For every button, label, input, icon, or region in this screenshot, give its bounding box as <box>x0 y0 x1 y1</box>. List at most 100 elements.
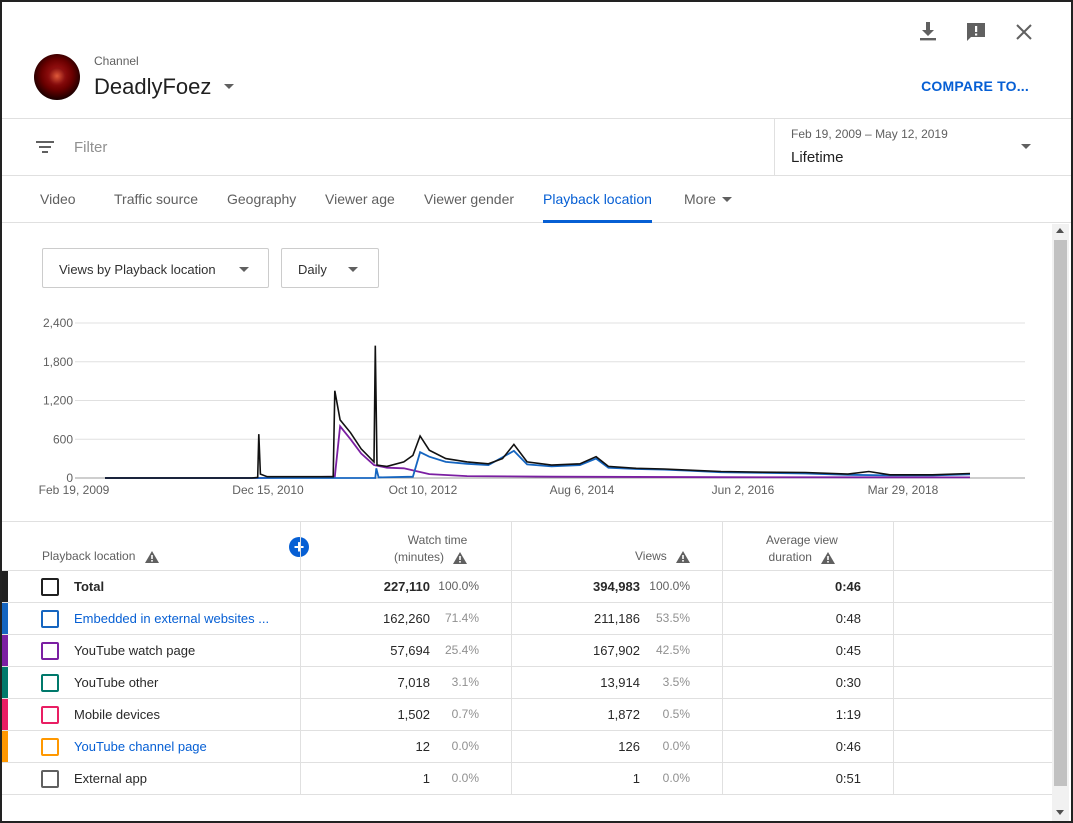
row-avg-duration: 0:46 <box>835 739 861 754</box>
row-views-pct: 0.5% <box>662 707 690 721</box>
row-location-name[interactable]: YouTube channel page <box>74 739 207 754</box>
column-divider <box>511 521 512 795</box>
active-tab-indicator <box>543 220 652 223</box>
column-header-watch-time[interactable]: Watch time (minutes) <box>394 533 468 564</box>
filter-icon[interactable] <box>36 139 56 160</box>
date-range-text: Feb 19, 2009 – May 12, 2019 <box>791 127 948 141</box>
x-tick-label: Oct 10, 2012 <box>389 483 458 497</box>
row-location-name: YouTube other <box>74 675 159 690</box>
row-views-pct: 100.0% <box>649 579 690 593</box>
row-location-name: Total <box>74 579 105 594</box>
row-watch-time: 12 <box>415 739 430 754</box>
column-divider <box>893 521 894 795</box>
tab-video[interactable]: Video <box>40 191 76 207</box>
row-watch-time-pct: 25.4% <box>444 643 479 657</box>
channel-caret-icon[interactable] <box>224 84 234 89</box>
table-row[interactable]: YouTube other 7,018 3.1% 13,914 3.5% 0:30 <box>2 667 1052 699</box>
column-header-views[interactable]: Views <box>635 549 691 563</box>
tab-playback-location[interactable]: Playback location <box>543 191 652 207</box>
y-tick-label: 1,200 <box>43 394 73 408</box>
column-divider <box>300 521 301 795</box>
series-color-bar <box>2 731 8 762</box>
add-metric-button[interactable]: + <box>289 537 309 557</box>
tab-geography[interactable]: Geography <box>227 191 296 207</box>
scroll-up-arrow-icon[interactable] <box>1056 228 1064 233</box>
watch-time-label: Watch time <box>407 533 468 547</box>
filter-input[interactable]: Filter <box>74 139 107 156</box>
series-checkbox[interactable] <box>41 578 59 596</box>
row-views: 167,902 <box>593 643 640 658</box>
chevron-down-icon <box>348 267 358 272</box>
close-icon[interactable] <box>1012 20 1036 44</box>
scroll-down-arrow-icon[interactable] <box>1056 810 1064 815</box>
series-color-bar <box>2 635 8 666</box>
series-checkbox[interactable] <box>41 770 59 788</box>
series-color-bar <box>2 603 8 634</box>
series-color-bar <box>2 699 8 730</box>
series-color-bar <box>2 571 8 602</box>
filter-bar: Filter Feb 19, 2009 – May 12, 2019 Lifet… <box>2 119 1071 176</box>
interval-select[interactable]: Daily <box>281 248 379 288</box>
feedback-icon[interactable] <box>964 20 988 44</box>
y-tick-label: 600 <box>53 432 73 446</box>
download-icon[interactable] <box>916 20 940 44</box>
table-row[interactable]: Mobile devices 1,502 0.7% 1,872 0.5% 1:19 <box>2 699 1052 731</box>
row-watch-time-pct: 0.0% <box>451 739 479 753</box>
dialog-header: Channel DeadlyFoez COMPARE TO... <box>2 2 1071 119</box>
scrollbar-thumb[interactable] <box>1054 240 1067 786</box>
row-watch-time: 57,694 <box>390 643 430 658</box>
metric-select[interactable]: Views by Playback location <box>42 248 269 288</box>
table-row[interactable]: YouTube watch page 57,694 25.4% 167,902 42.5… <box>2 635 1052 667</box>
views-line-chart: 2,4001,8001,2006000Feb 19, 2009 Dec 15, 2… <box>39 316 1025 497</box>
warning-icon <box>821 551 836 564</box>
series-checkbox[interactable] <box>41 706 59 724</box>
x-tick-label: Dec 15, 2010 <box>232 483 304 497</box>
date-range-selector[interactable]: Feb 19, 2009 – May 12, 2019 Lifetime <box>774 119 1071 175</box>
channel-name[interactable]: DeadlyFoez <box>94 74 211 100</box>
warning-icon <box>676 550 691 563</box>
row-views: 211,186 <box>593 611 640 626</box>
series-checkbox[interactable] <box>41 642 59 660</box>
compare-to-button[interactable]: COMPARE TO... <box>921 78 1029 94</box>
table-row[interactable]: Embedded in external websites ... 162,260… <box>2 603 1052 635</box>
avg-duration-label-2: duration <box>768 550 812 564</box>
row-avg-duration: 0:46 <box>834 579 861 594</box>
avg-duration-label: Average view <box>766 533 838 547</box>
row-avg-duration: 0:48 <box>835 611 861 626</box>
row-watch-time-pct: 3.1% <box>451 675 479 689</box>
table-row[interactable]: Total 227,110 100.0% 394,983 100.0% 0:46 <box>2 571 1052 603</box>
column-divider <box>722 521 723 795</box>
chevron-down-icon <box>722 197 732 202</box>
column-header-location[interactable]: Playback location <box>42 549 159 563</box>
row-location-name[interactable]: Embedded in external websites ... <box>74 611 269 626</box>
row-avg-duration: 0:30 <box>835 675 861 690</box>
watch-time-unit: (minutes) <box>394 550 445 564</box>
chevron-down-icon <box>1021 144 1031 149</box>
tab-more[interactable]: More <box>684 191 716 207</box>
tab-viewer-gender[interactable]: Viewer gender <box>424 191 514 207</box>
row-location-name: YouTube watch page <box>74 643 196 658</box>
series-checkbox[interactable] <box>41 674 59 692</box>
series-checkbox[interactable] <box>41 610 59 628</box>
row-watch-time-pct: 100.0% <box>438 579 479 593</box>
row-views: 13,914 <box>600 675 640 690</box>
table-row[interactable]: External app 1 0.0% 1 0.0% 0:51 <box>2 763 1052 795</box>
row-views: 1,872 <box>607 707 640 722</box>
series-color-bar <box>2 667 8 698</box>
warning-icon <box>144 550 159 563</box>
series-line <box>105 345 971 479</box>
x-tick-label: Feb 19, 2009 <box>39 483 110 497</box>
series-checkbox[interactable] <box>41 738 59 756</box>
table-row[interactable]: YouTube channel page 12 0.0% 126 0.0% 0:46 <box>2 731 1052 763</box>
row-watch-time: 1,502 <box>397 707 430 722</box>
row-location-name: External app <box>74 771 147 786</box>
tab-viewer-age[interactable]: Viewer age <box>325 191 395 207</box>
interval-select-label: Daily <box>298 262 327 277</box>
chevron-down-icon <box>239 267 249 272</box>
column-header-avg-duration[interactable]: Average view duration <box>766 533 838 564</box>
metric-select-label: Views by Playback location <box>59 262 216 277</box>
tab-traffic-source[interactable]: Traffic source <box>114 191 198 207</box>
row-location-name: Mobile devices <box>74 707 160 722</box>
row-watch-time: 7,018 <box>397 675 430 690</box>
series-line <box>105 424 971 479</box>
